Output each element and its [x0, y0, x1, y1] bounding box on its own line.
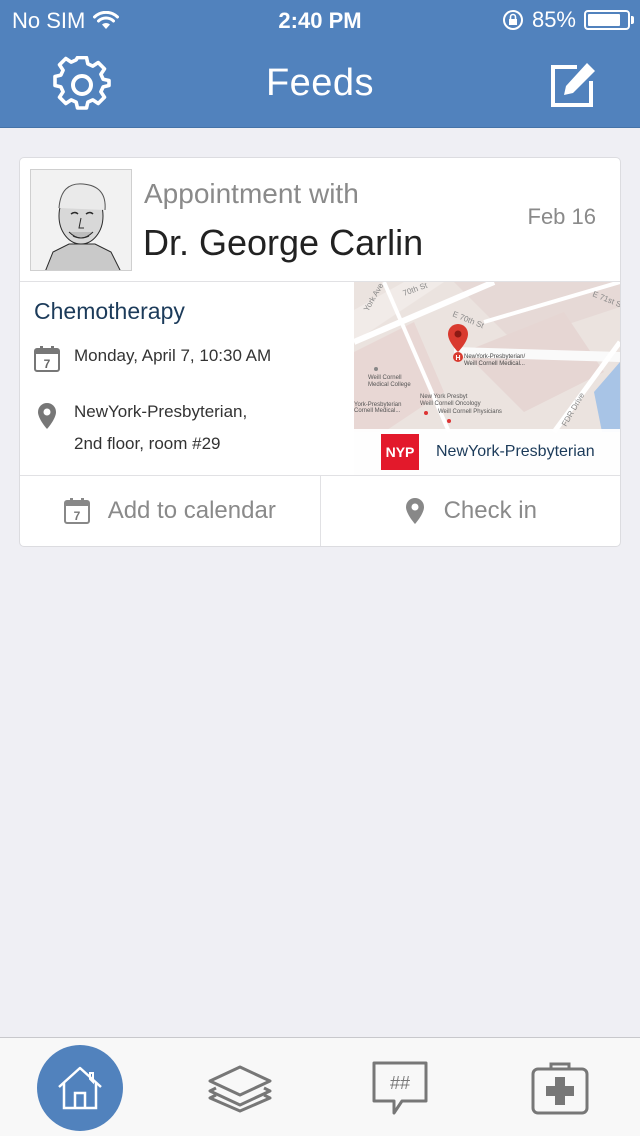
location-line-1: NewYork-Presbyterian,	[74, 402, 248, 421]
doctor-name: Dr. George Carlin	[143, 222, 424, 263]
compose-button[interactable]	[540, 56, 604, 116]
map-footer: NYP NewYork-Presbyterian	[354, 429, 620, 475]
medical-kit-icon	[531, 1062, 589, 1114]
doctor-avatar	[30, 169, 132, 271]
message-icon-label: ##	[390, 1073, 410, 1093]
nyp-logo: NYP	[381, 434, 419, 470]
location-map[interactable]: York Ave 70th St E 70th St E 71st St FDR…	[354, 282, 620, 475]
location-pin-icon	[34, 402, 60, 430]
map-poi-main-2: Weill Cornell Medical...	[464, 361, 525, 367]
battery-percent: 85%	[531, 7, 576, 32]
svg-text:7: 7	[73, 509, 80, 523]
add-to-calendar-label: Add to calendar	[107, 497, 276, 524]
rotation-lock-icon	[502, 10, 523, 30]
appointment-datetime: Monday, April 7, 10:30 AM	[74, 346, 272, 365]
map-poi-main-1: NewYork-Presbyterian/	[464, 354, 525, 360]
appointment-date: Feb 16	[527, 204, 597, 229]
calendar-icon: 7	[34, 346, 60, 372]
header-bar: No SIM 2:40 PM 85% Feeds	[0, 0, 640, 128]
battery-fill	[588, 14, 621, 26]
compose-icon	[551, 63, 595, 107]
status-bar: No SIM 2:40 PM 85%	[0, 0, 640, 40]
map-poi-4: Weill Cornell Physicians	[438, 409, 502, 415]
battery-icon	[584, 10, 634, 30]
appointment-details: Chemotherapy 7 Monday, April 7, 10:30 AM	[20, 282, 620, 476]
tab-layers[interactable]	[160, 1038, 320, 1136]
tab-active-indicator	[37, 1044, 123, 1131]
portrait-image	[31, 170, 131, 270]
map-poi-2b: Cornell Medical...	[354, 408, 401, 414]
check-in-button[interactable]: Check in	[321, 476, 621, 546]
map-poi-1a: Weill Cornell	[368, 375, 402, 381]
map-poi-1b: Medical College	[368, 382, 411, 388]
tab-medical[interactable]	[480, 1038, 640, 1136]
calendar-day: 7	[44, 357, 51, 371]
tab-messages[interactable]: ##	[320, 1038, 480, 1136]
add-to-calendar-button[interactable]: 7 Add to calendar	[20, 476, 321, 546]
map-poi-3a: New York Presbyt	[420, 394, 468, 400]
card-actions: 7 Add to calendar Check in	[20, 476, 620, 546]
check-in-label: Check in	[443, 497, 537, 524]
map-place-name: NewYork-Presbyterian	[436, 443, 595, 460]
appointment-card[interactable]: Appointment with Dr. George Carlin Feb 1…	[19, 157, 621, 547]
datetime-row: 7 Monday, April 7, 10:30 AM	[34, 346, 271, 372]
location-line-2: 2nd floor, room #29	[74, 434, 221, 453]
calendar-icon: 7	[63, 498, 90, 524]
card-header: Appointment with Dr. George Carlin Feb 1…	[20, 158, 620, 282]
tab-bar: ##	[0, 1037, 640, 1136]
home-icon	[58, 1066, 102, 1109]
status-right: 85%	[502, 7, 634, 33]
location-row: NewYork-Presbyterian, 2nd floor, room #2…	[34, 402, 247, 460]
appointment-location: NewYork-Presbyterian, 2nd floor, room #2…	[74, 396, 247, 460]
location-pin-icon	[405, 498, 424, 524]
procedure-title: Chemotherapy	[34, 298, 185, 324]
svg-text:H: H	[455, 355, 460, 362]
appointment-label: Appointment with	[144, 178, 359, 209]
tab-home[interactable]	[0, 1038, 160, 1136]
message-icon: ##	[372, 1061, 428, 1114]
layers-icon	[208, 1065, 272, 1112]
map-poi-3b: Weill Cornell Oncology	[420, 401, 481, 407]
